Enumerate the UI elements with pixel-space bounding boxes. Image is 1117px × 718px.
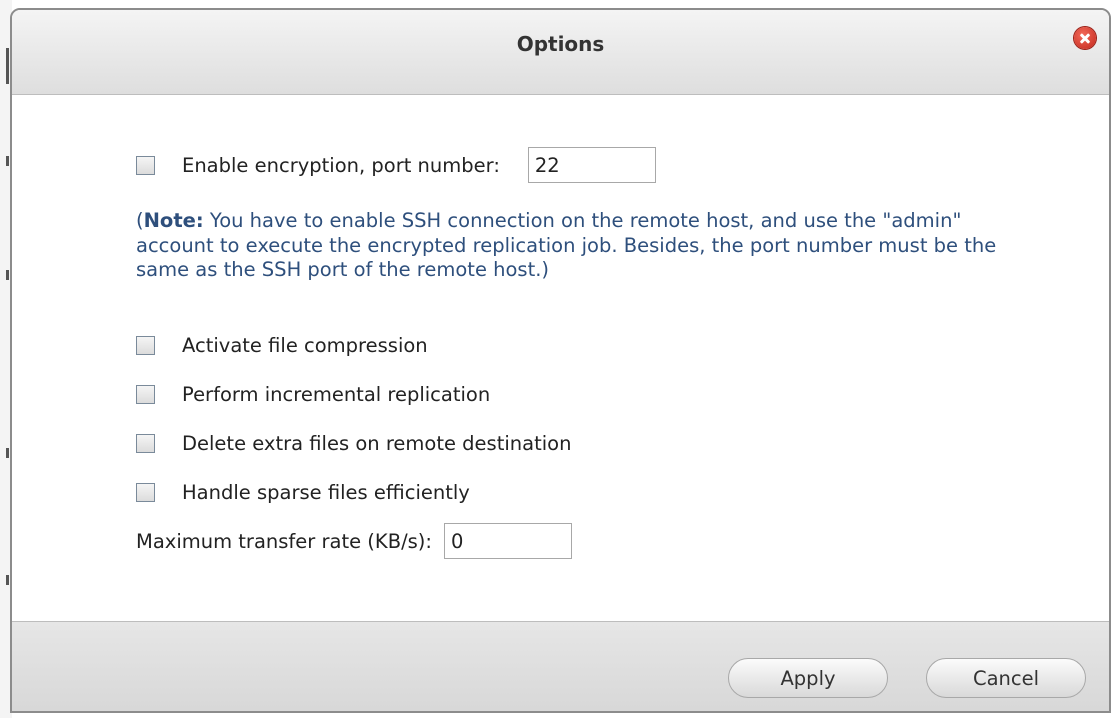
- sparse-checkbox[interactable]: [136, 482, 155, 502]
- dialog-title: Options: [516, 32, 605, 56]
- close-icon[interactable]: [1074, 27, 1096, 49]
- dialog-footer: Apply Cancel: [12, 621, 1109, 711]
- dialog-title-bar: Options: [12, 10, 1109, 95]
- sparse-option: Handle sparse files efficiently: [136, 474, 470, 510]
- incremental-checkbox[interactable]: [136, 384, 155, 404]
- background-edge-mark: [6, 48, 9, 84]
- delete-extra-option: Delete extra files on remote destination: [136, 425, 571, 461]
- background-edge-mark: [6, 156, 9, 166]
- incremental-option: Perform incremental replication: [136, 376, 490, 412]
- encryption-note: (Note: You have to enable SSH connection…: [136, 209, 1016, 283]
- compression-checkbox[interactable]: [136, 335, 155, 355]
- sparse-label: Handle sparse files efficiently: [182, 480, 470, 504]
- background-edge-mark: [6, 575, 9, 585]
- max-rate-input[interactable]: [443, 523, 572, 559]
- port-number-input[interactable]: [527, 147, 656, 183]
- max-rate-option: Maximum transfer rate (KB/s):: [136, 523, 572, 559]
- max-rate-label: Maximum transfer rate (KB/s):: [136, 529, 432, 553]
- dialog-content: Enable encryption, port number: (Note: Y…: [12, 95, 1109, 621]
- incremental-label: Perform incremental replication: [182, 382, 491, 406]
- compression-label: Activate file compression: [182, 333, 428, 357]
- options-dialog: Options Enable encryption, port number: …: [10, 8, 1111, 713]
- cancel-button[interactable]: Cancel: [926, 658, 1086, 698]
- background-edge-mark: [6, 448, 9, 458]
- note-bold-label: Note:: [143, 209, 204, 232]
- delete-extra-checkbox[interactable]: [136, 433, 155, 453]
- note-open-paren: (: [136, 209, 144, 232]
- compression-option: Activate file compression: [136, 327, 428, 363]
- encryption-label: Enable encryption, port number:: [182, 153, 500, 177]
- apply-button[interactable]: Apply: [728, 658, 888, 698]
- background-edge-mark: [6, 270, 9, 280]
- note-text: You have to enable SSH connection on the…: [136, 209, 997, 281]
- encryption-checkbox[interactable]: [136, 155, 155, 175]
- delete-extra-label: Delete extra files on remote destination: [182, 431, 572, 455]
- encryption-option: Enable encryption, port number:: [136, 147, 656, 183]
